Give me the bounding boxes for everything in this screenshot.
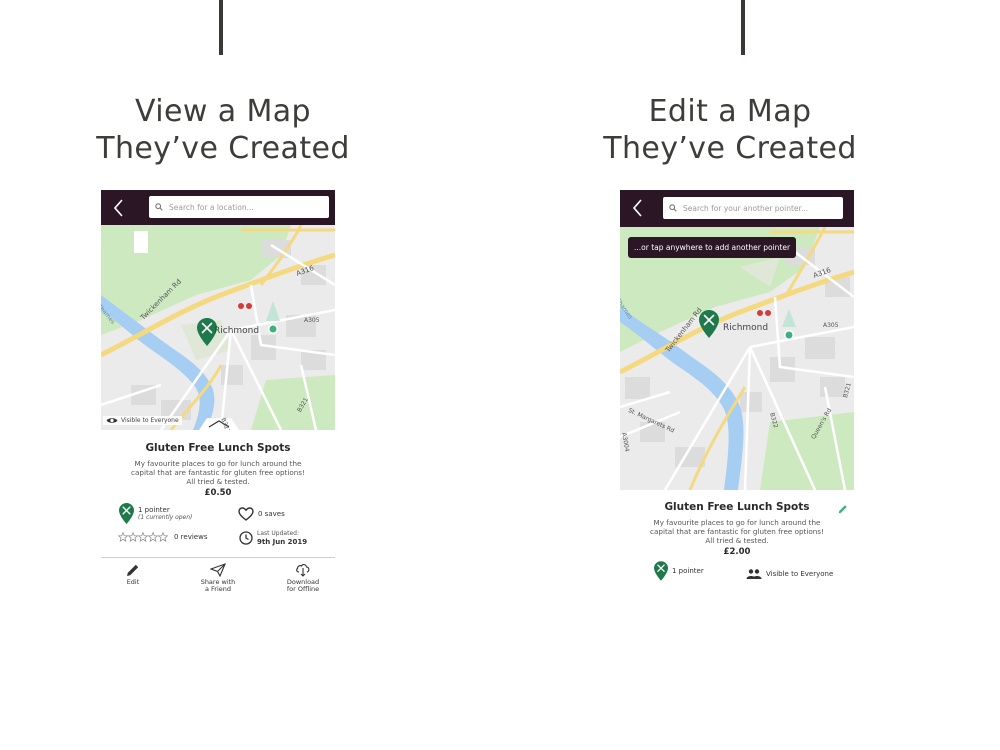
saves-stat[interactable]: 0 saves xyxy=(238,507,285,521)
map-price: £2.00 xyxy=(723,547,751,557)
people-icon xyxy=(746,569,762,579)
pencil-icon xyxy=(838,505,847,514)
download-button[interactable]: Download for Offline xyxy=(277,561,329,593)
heading-line-2: They’ve Created xyxy=(96,131,350,166)
paper-plane-icon xyxy=(210,563,226,577)
connector-line-left xyxy=(219,0,223,55)
view-map-screen: Richmond A316 Twickenham Rd Thames A305 … xyxy=(101,190,335,600)
back-button[interactable] xyxy=(628,197,648,219)
last-updated-label: Last Updated: xyxy=(257,530,299,537)
map-road-label: A305 xyxy=(304,317,320,324)
heading-view-map: View a Map They’ve Created xyxy=(90,93,356,167)
search-bar[interactable] xyxy=(663,197,843,219)
heart-icon xyxy=(238,507,254,521)
heading-line-1: Edit a Map xyxy=(648,94,812,129)
chevron-left-icon xyxy=(114,199,123,217)
edit-button[interactable] xyxy=(838,499,848,518)
download-label-2: for Offline xyxy=(286,585,320,593)
divider xyxy=(101,557,335,558)
back-button[interactable] xyxy=(109,197,129,219)
map-title: Gluten Free Lunch Spots xyxy=(664,501,810,513)
visibility-label: Visible to Everyone xyxy=(121,417,179,424)
map-pin-icon xyxy=(654,561,668,581)
edit-map-screen: Richmond A316 Twickenham Rd Thames A305 … xyxy=(620,190,854,590)
top-bar xyxy=(101,190,335,225)
heading-line-2: They’ve Created xyxy=(603,131,857,166)
last-updated-stat: Last Updated: 9th Jun 2019 xyxy=(239,530,307,546)
search-bar[interactable] xyxy=(149,196,329,218)
clock-icon xyxy=(239,531,253,545)
heading-edit-map: Edit a Map They’ve Created xyxy=(597,93,863,167)
heading-line-1: View a Map xyxy=(135,94,311,129)
reviews-stat[interactable]: 0 reviews xyxy=(118,532,207,542)
share-label-2: a Friend xyxy=(204,585,232,593)
map-price: £0.50 xyxy=(204,488,232,498)
search-input[interactable] xyxy=(683,203,833,213)
map-place-label: Richmond xyxy=(723,323,769,333)
map-place-label: Richmond xyxy=(214,326,260,336)
pointers-count: 1 pointer xyxy=(138,505,170,514)
top-bar xyxy=(620,190,854,227)
cloud-download-icon xyxy=(296,564,310,577)
map-pin-icon xyxy=(699,310,719,338)
chevron-left-icon xyxy=(633,199,642,217)
eye-icon xyxy=(106,418,118,423)
edit-button[interactable]: Edit xyxy=(117,563,149,586)
map-view[interactable]: Richmond A316 Twickenham Rd Thames A305 … xyxy=(620,227,854,490)
search-input[interactable] xyxy=(169,202,319,212)
visibility-stat[interactable]: Visible to Everyone xyxy=(746,569,833,579)
star-rating-icon xyxy=(118,532,168,542)
saves-count: 0 saves xyxy=(258,510,285,518)
search-icon xyxy=(669,204,677,212)
map-pin-icon xyxy=(119,503,134,524)
search-icon xyxy=(155,203,163,211)
visibility-badge: Visible to Everyone xyxy=(103,416,182,425)
connector-line-right xyxy=(741,0,745,55)
map-description: My favourite places to go for lunch arou… xyxy=(131,459,305,486)
pencil-icon xyxy=(127,564,139,576)
pointers-stat[interactable]: 1 pointer (1 currently open) xyxy=(119,503,192,524)
map-title: Gluten Free Lunch Spots xyxy=(145,442,291,454)
pointers-open: (1 currently open) xyxy=(138,513,193,521)
edit-label: Edit xyxy=(126,578,140,586)
pointers-count: 1 pointer xyxy=(672,567,704,575)
map-description: My favourite places to go for lunch arou… xyxy=(650,518,824,545)
map-road-label: A305 xyxy=(823,322,839,329)
add-pointer-tooltip: ...or tap anywhere to add another pointe… xyxy=(628,237,797,258)
map-pin[interactable] xyxy=(699,310,719,338)
visibility-label: Visible to Everyone xyxy=(766,570,834,578)
last-updated-date: 9th Jun 2019 xyxy=(257,538,308,546)
map-view[interactable]: Richmond A316 Twickenham Rd Thames A305 … xyxy=(101,225,335,430)
reviews-count: 0 reviews xyxy=(174,533,208,541)
share-button[interactable]: Share with a Friend xyxy=(192,563,244,593)
pointers-stat[interactable]: 1 pointer xyxy=(654,561,704,581)
